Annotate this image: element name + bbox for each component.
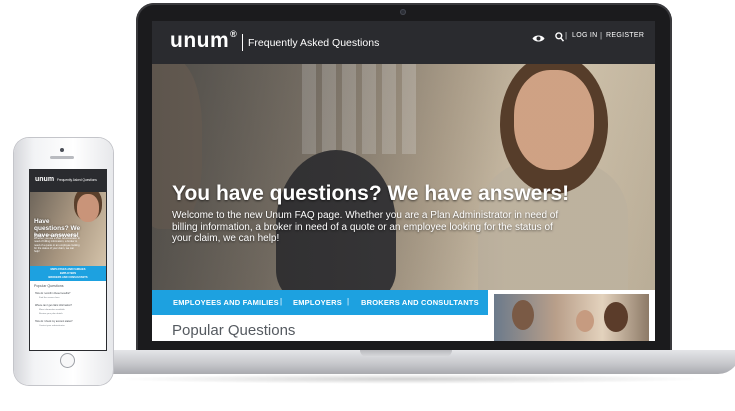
mobile-unum-logo[interactable]: unum [35,176,54,183]
search-icon[interactable] [555,29,565,47]
promo-photo-person [576,310,594,332]
phone-screen: unum Frequently Asked Questions Have que… [30,170,106,350]
promo-photo-person [604,302,628,332]
laptop-shadow [110,374,710,384]
laptop-camera [400,9,406,15]
mobile-hero-description: Welcome to the new Unum FAQ page. Whethe… [34,234,80,254]
register-link[interactable]: REGISTER [606,32,644,39]
nav-employees-and-families[interactable]: EMPLOYEES AND FAMILIES [173,298,279,307]
mobile-nav-brokers-and-consultants[interactable]: BROKERS AND CONSULTANTS [30,276,106,279]
mobile-popular-questions-heading: Popular Questions [34,284,64,288]
nav-employers[interactable]: EMPLOYERS [293,298,342,307]
nav-separator: | [280,297,283,306]
logo-registered-mark: ® [230,29,238,39]
mobile-answer-line: More information available [39,309,65,311]
mobile-hero: Have questions? We have answers! Welcome… [30,192,106,266]
mobile-question-item[interactable]: Where can I get claim information? [35,304,72,307]
hero-description: Welcome to the new Unum FAQ page. Whethe… [172,210,559,244]
phone-speaker [50,156,74,159]
logo-text: unum [170,29,230,52]
phone-home-button [60,353,75,368]
promo-photo-person [512,300,534,330]
mobile-audience-nav: EMPLOYEES AND FAMILIES EMPLOYERS BROKERS… [30,266,106,281]
header-separator: | [565,31,568,40]
hero-headline: You have questions? We have answers! [172,182,570,205]
mobile-header: unum Frequently Asked Questions [30,170,106,192]
laptop-notch [360,350,452,357]
login-link[interactable]: LOG IN [572,32,598,39]
mobile-question-item[interactable]: How do I enroll in these benefits? [35,292,70,295]
mobile-nav-employers[interactable]: EMPLOYERS [30,272,106,275]
phone-camera [60,148,64,152]
mobile-question-item[interactable]: How do I check my account status? [35,320,73,323]
audience-nav: EMPLOYEES AND FAMILIES | EMPLOYERS | BRO… [152,290,488,315]
mobile-answer-line: Find the answer here [39,297,60,299]
unum-logo[interactable]: unum® [170,29,237,53]
hero-banner: You have questions? We have answers! Wel… [152,64,655,290]
page-title: Frequently Asked Questions [248,37,380,49]
laptop-screen: unum® Frequently Asked Questions | LOG I… [152,21,655,341]
promo-photo[interactable] [494,294,649,341]
mobile-answer-line: Contact your administrator [39,325,65,327]
mobile-answer-line: Review your plan details [39,313,63,315]
mobile-page-title: Frequently Asked Questions [57,178,97,182]
mobile-nav-employees-and-families[interactable]: EMPLOYEES AND FAMILIES [30,268,106,271]
header-divider [242,34,243,51]
nav-separator: | [347,297,350,306]
site-header: unum® Frequently Asked Questions | LOG I… [152,21,655,64]
hero-overlay [152,64,655,290]
eye-icon[interactable] [532,30,545,48]
header-separator: | [600,31,603,40]
popular-questions-heading: Popular Questions [172,322,296,339]
nav-brokers-and-consultants[interactable]: BROKERS AND CONSULTANTS [361,298,479,307]
